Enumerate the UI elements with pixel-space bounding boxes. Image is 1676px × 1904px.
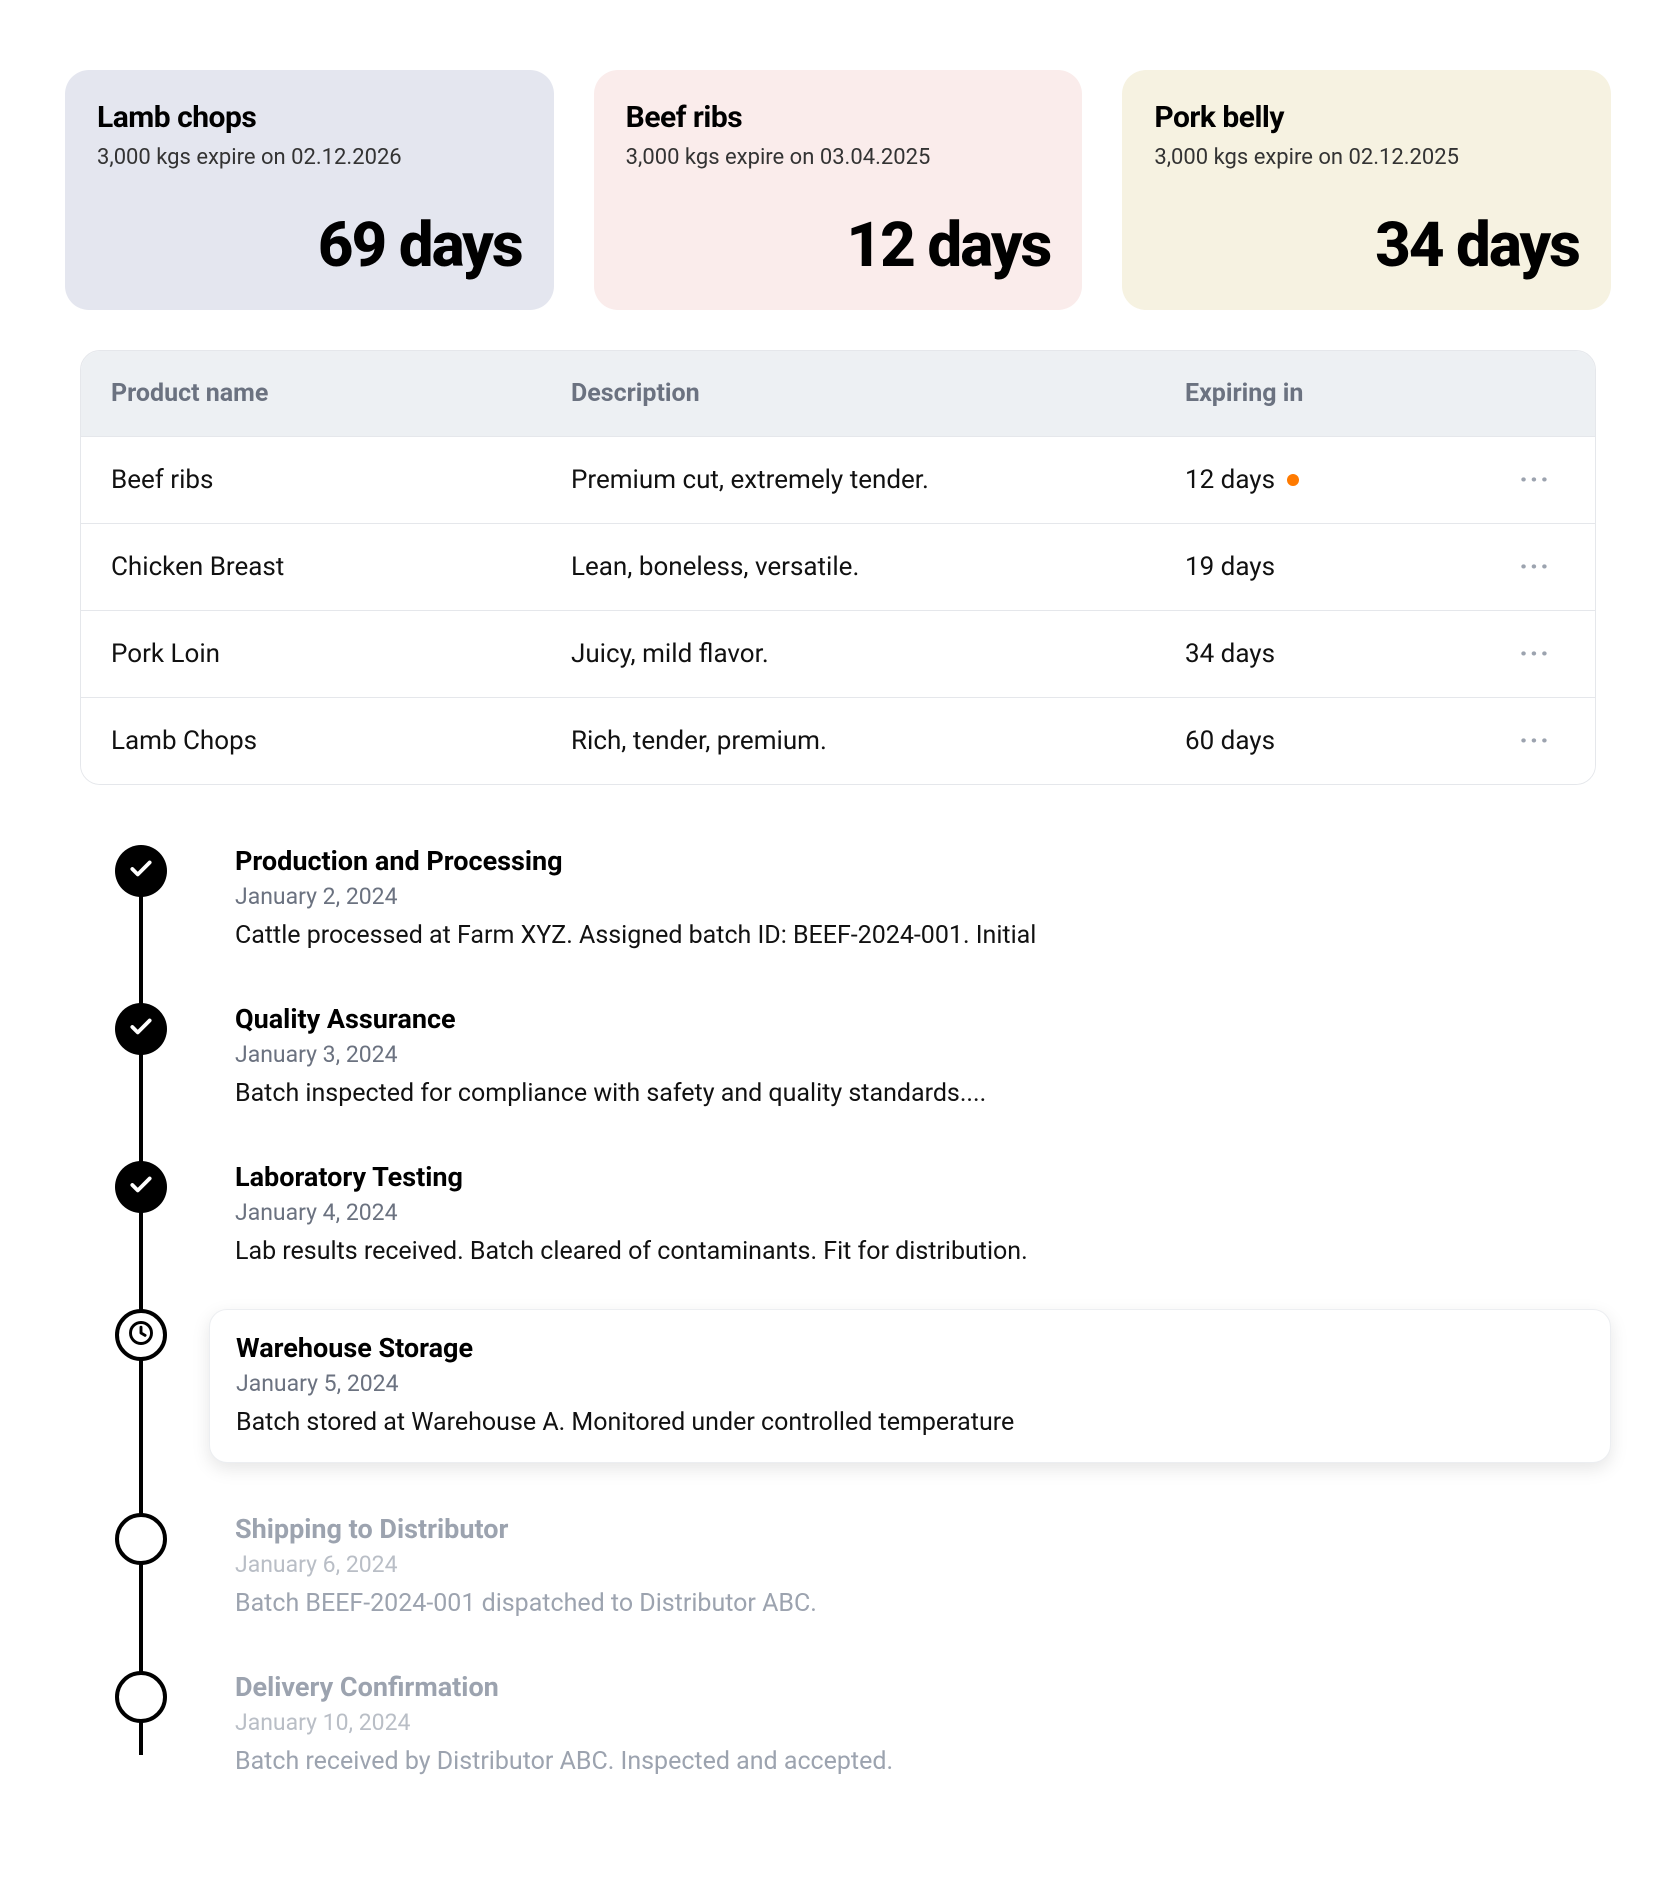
- cell-expiring-in: 60 days: [1185, 726, 1505, 756]
- cell-expiring-in: 34 days: [1185, 639, 1505, 669]
- expiry-card-days: 34 days: [1154, 209, 1579, 282]
- timeline-title: Laboratory Testing: [235, 1161, 1611, 1193]
- expiring-value: 34 days: [1185, 639, 1275, 669]
- timeline-title: Warehouse Storage: [236, 1332, 1584, 1364]
- timeline-date: January 5, 2024: [236, 1370, 1584, 1397]
- timeline-item-current[interactable]: Warehouse Storage January 5, 2024 Batch …: [195, 1309, 1611, 1513]
- cell-product-name: Lamb Chops: [111, 718, 571, 764]
- expiry-card-title: Lamb chops: [97, 100, 522, 135]
- timeline-title: Production and Processing: [235, 845, 1611, 877]
- timeline-description: Lab results received. Batch cleared of c…: [235, 1234, 1611, 1269]
- expiring-value: 12 days: [1185, 465, 1275, 495]
- cell-description: Juicy, mild flavor.: [571, 631, 1185, 677]
- timeline-marker-future: [115, 1513, 167, 1565]
- expiry-card-subtitle: 3,000 kgs expire on 02.12.2026: [97, 145, 522, 170]
- row-more-button[interactable]: ···: [1519, 553, 1550, 581]
- check-icon: [128, 1014, 154, 1044]
- timeline-date: January 6, 2024: [235, 1551, 1611, 1578]
- cell-product-name: Beef ribs: [111, 457, 571, 503]
- timeline-item[interactable]: Production and Processing January 2, 202…: [195, 845, 1611, 1003]
- row-more-button[interactable]: ···: [1519, 640, 1550, 668]
- timeline-date: January 10, 2024: [235, 1709, 1611, 1736]
- row-more-button[interactable]: ···: [1519, 466, 1550, 494]
- timeline-item-future[interactable]: Shipping to Distributor January 6, 2024 …: [195, 1513, 1611, 1671]
- timeline-title: Delivery Confirmation: [235, 1671, 1611, 1703]
- table-row[interactable]: Pork Loin Juicy, mild flavor. 34 days ··…: [81, 610, 1595, 697]
- timeline-description: Batch inspected for compliance with safe…: [235, 1076, 1611, 1111]
- timeline-description: Batch stored at Warehouse A. Monitored u…: [236, 1405, 1584, 1440]
- timeline-description: Batch BEEF-2024-001 dispatched to Distri…: [235, 1586, 1611, 1621]
- timeline-item[interactable]: Quality Assurance January 3, 2024 Batch …: [195, 1003, 1611, 1161]
- timeline-date: January 4, 2024: [235, 1199, 1611, 1226]
- table-row[interactable]: Chicken Breast Lean, boneless, versatile…: [81, 523, 1595, 610]
- timeline-item-future[interactable]: Delivery Confirmation January 10, 2024 B…: [195, 1671, 1611, 1779]
- timeline-marker-current: [115, 1309, 167, 1361]
- table-header-row: Product name Description Expiring in: [81, 351, 1595, 436]
- cell-expiring-in: 19 days: [1185, 552, 1505, 582]
- batch-timeline: Production and Processing January 2, 202…: [115, 845, 1611, 1779]
- row-more-button[interactable]: ···: [1519, 727, 1550, 755]
- expiry-card-title: Pork belly: [1154, 100, 1579, 135]
- table-row[interactable]: Lamb Chops Rich, tender, premium. 60 day…: [81, 697, 1595, 784]
- expiry-card[interactable]: Beef ribs 3,000 kgs expire on 03.04.2025…: [594, 70, 1083, 310]
- expiry-card-subtitle: 3,000 kgs expire on 03.04.2025: [626, 145, 1051, 170]
- timeline-marker-done: [115, 845, 167, 897]
- timeline-item[interactable]: Laboratory Testing January 4, 2024 Lab r…: [195, 1161, 1611, 1319]
- expiry-cards-row: Lamb chops 3,000 kgs expire on 02.12.202…: [65, 70, 1611, 310]
- expiry-card-days: 12 days: [626, 209, 1051, 282]
- timeline-marker-future: [115, 1671, 167, 1723]
- timeline-description: Cattle processed at Farm XYZ. Assigned b…: [235, 918, 1611, 953]
- timeline-date: January 2, 2024: [235, 883, 1611, 910]
- check-icon: [128, 1172, 154, 1202]
- timeline-marker-done: [115, 1161, 167, 1213]
- cell-description: Rich, tender, premium.: [571, 718, 1185, 764]
- expiry-card-subtitle: 3,000 kgs expire on 02.12.2025: [1154, 145, 1579, 170]
- timeline-mask: [129, 1755, 153, 1779]
- expiry-card-days: 69 days: [97, 209, 522, 282]
- cell-description: Premium cut, extremely tender.: [571, 457, 1185, 503]
- cell-description: Lean, boneless, versatile.: [571, 544, 1185, 590]
- expiry-card[interactable]: Lamb chops 3,000 kgs expire on 02.12.202…: [65, 70, 554, 310]
- column-header-product-name: Product name: [111, 379, 571, 408]
- clock-icon: [127, 1319, 155, 1351]
- timeline-current-card: Warehouse Storage January 5, 2024 Batch …: [209, 1309, 1611, 1463]
- timeline-title: Quality Assurance: [235, 1003, 1611, 1035]
- expiring-value: 19 days: [1185, 552, 1275, 582]
- warning-dot-icon: [1287, 474, 1299, 486]
- column-header-description: Description: [571, 379, 1185, 408]
- cell-product-name: Pork Loin: [111, 631, 571, 677]
- cell-expiring-in: 12 days: [1185, 465, 1505, 495]
- check-icon: [128, 856, 154, 886]
- column-header-expiring-in: Expiring in: [1185, 379, 1505, 408]
- expiry-card-title: Beef ribs: [626, 100, 1051, 135]
- table-row[interactable]: Beef ribs Premium cut, extremely tender.…: [81, 436, 1595, 523]
- timeline-date: January 3, 2024: [235, 1041, 1611, 1068]
- column-header-actions: [1505, 379, 1565, 408]
- timeline-description: Batch received by Distributor ABC. Inspe…: [235, 1744, 1611, 1779]
- expiring-value: 60 days: [1185, 726, 1275, 756]
- products-table: Product name Description Expiring in Bee…: [80, 350, 1596, 785]
- timeline-title: Shipping to Distributor: [235, 1513, 1611, 1545]
- timeline-marker-done: [115, 1003, 167, 1055]
- cell-product-name: Chicken Breast: [111, 544, 571, 590]
- expiry-card[interactable]: Pork belly 3,000 kgs expire on 02.12.202…: [1122, 70, 1611, 310]
